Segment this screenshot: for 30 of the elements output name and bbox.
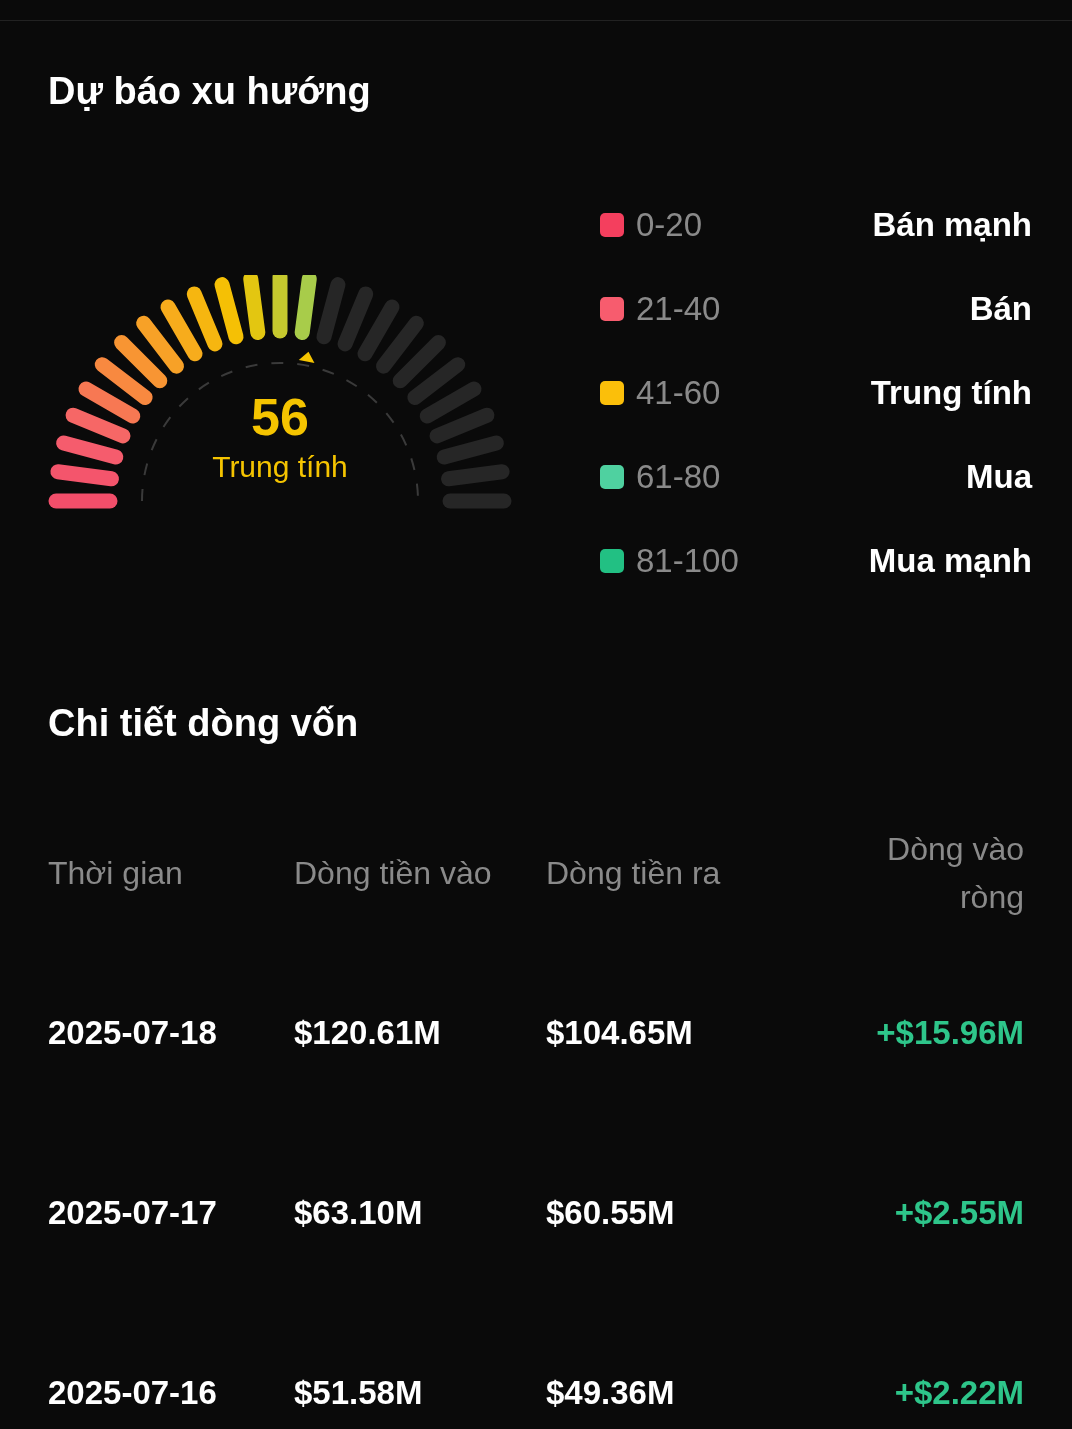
table-cell-text: $51.58M bbox=[294, 1373, 424, 1414]
table-cell-text: $104.65M bbox=[546, 1013, 694, 1054]
legend-range: 81-100 bbox=[636, 541, 739, 582]
legend-range: 0-20 bbox=[636, 205, 703, 246]
table-cell-text: 2025-07-16 bbox=[48, 1373, 218, 1414]
table-cell-text: $49.36M bbox=[546, 1373, 676, 1414]
legend-range: 21-40 bbox=[636, 289, 721, 330]
table-cell-text: +$15.96M bbox=[875, 1013, 1024, 1054]
table-cell-text: $63.10M bbox=[294, 1193, 424, 1234]
table-cell-text: +$2.22M bbox=[893, 1373, 1024, 1414]
section-title: Chi tiết dòng vốn bbox=[48, 701, 360, 746]
legend-label: Trung tính bbox=[870, 373, 1032, 414]
column-header: Thời gian bbox=[48, 854, 184, 893]
section-title: Dự báo xu hướng bbox=[48, 69, 372, 114]
table-cell-text: +$2.55M bbox=[893, 1193, 1024, 1234]
column-header: Dòng tiền ra bbox=[546, 854, 722, 893]
table-cell-text: 2025-07-18 bbox=[48, 1013, 218, 1054]
column-header: Dòng tiền vào bbox=[294, 854, 493, 893]
legend-range: 61-80 bbox=[636, 457, 721, 498]
gauge-value: 56 bbox=[251, 387, 309, 447]
legend-label: Mua mạnh bbox=[868, 541, 1032, 582]
table-cell-text: $120.61M bbox=[294, 1013, 442, 1054]
legend-label: Mua bbox=[966, 457, 1032, 498]
legend-label: Bán bbox=[969, 289, 1032, 330]
gauge-label: Trung tính bbox=[212, 449, 348, 485]
legend-label: Bán mạnh bbox=[872, 205, 1032, 246]
table-cell-text: $60.55M bbox=[546, 1193, 676, 1234]
legend-range: 41-60 bbox=[636, 373, 721, 414]
column-header: Dòng vào ròng bbox=[886, 830, 1024, 917]
table-cell-text: 2025-07-17 bbox=[48, 1193, 218, 1234]
